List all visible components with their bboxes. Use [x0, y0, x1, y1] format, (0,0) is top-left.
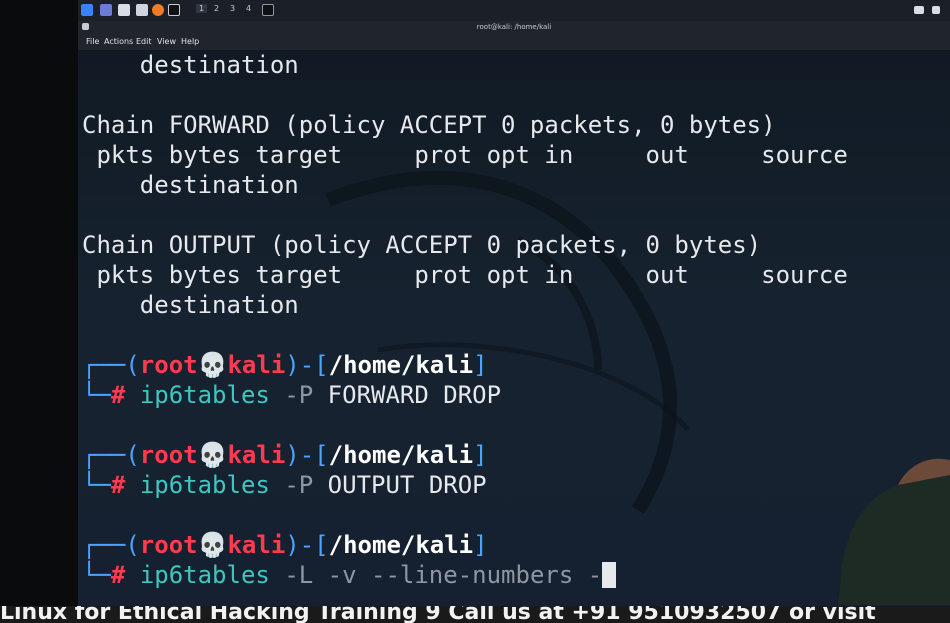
- files-icon[interactable]: [118, 4, 130, 16]
- menu-view[interactable]: View: [157, 37, 176, 46]
- output-line: Chain FORWARD (policy ACCEPT 0 packets, …: [82, 111, 776, 139]
- workspace-3[interactable]: 3: [230, 4, 235, 13]
- battery-icon: [914, 6, 924, 14]
- prompt-path: /home/kali: [328, 441, 474, 469]
- skull-icon: 💀: [197, 531, 228, 559]
- kali-menu-icon[interactable]: [81, 4, 93, 16]
- skull-icon: 💀: [197, 441, 228, 469]
- skull-icon: 💀: [197, 351, 228, 379]
- window-titlebar: root@kali: /home/kali: [78, 21, 950, 34]
- prompt-symbol: #: [110, 471, 126, 499]
- workspace-1[interactable]: 1: [196, 4, 208, 13]
- prompt-user: root: [139, 531, 198, 559]
- prompt-symbol: #: [110, 381, 126, 409]
- workspace-2[interactable]: 2: [214, 4, 219, 13]
- left-sidebar: [0, 0, 78, 623]
- desktop-icon[interactable]: [100, 4, 112, 16]
- window-title: root@kali: /home/kali: [476, 23, 552, 31]
- firefox-icon[interactable]: [152, 4, 164, 16]
- active-terminal-task-icon[interactable]: [262, 4, 274, 16]
- prompt-line: ┌──(root💀kali)-[/home/kali]: [82, 351, 488, 379]
- command-name: ip6tables: [139, 471, 270, 499]
- command-name: ip6tables: [139, 561, 270, 589]
- prompt-host: kali: [227, 351, 286, 379]
- menu-file[interactable]: File: [86, 37, 99, 46]
- prompt-line: ┌──(root💀kali)-[/home/kali]: [82, 531, 488, 559]
- output-line: Chain OUTPUT (policy ACCEPT 0 packets, 0…: [82, 231, 762, 259]
- banner-text: Linux for Ethical Hacking Training 9 Cal…: [0, 606, 876, 623]
- prompt-symbol: #: [110, 561, 126, 589]
- output-line: destination: [82, 51, 299, 79]
- text-cursor: [602, 562, 617, 588]
- prompt-path: /home/kali: [328, 351, 474, 379]
- command-option: -P: [284, 471, 314, 499]
- command-line: └─# ip6tables -P OUTPUT DROP: [82, 471, 487, 499]
- command-args: OUTPUT DROP: [327, 471, 487, 499]
- output-line: destination: [82, 291, 299, 319]
- command-option: -P: [284, 381, 314, 409]
- command-line-active[interactable]: └─# ip6tables -L -v --line-numbers -: [82, 560, 617, 590]
- output-line: pkts bytes target prot opt in out source: [82, 141, 848, 169]
- terminal-icon[interactable]: [168, 4, 180, 16]
- prompt-user: root: [139, 441, 198, 469]
- workspace-4[interactable]: 4: [246, 4, 251, 13]
- presenter-webcam-overlay: [838, 458, 950, 605]
- prompt-path: /home/kali: [328, 531, 474, 559]
- prompt-host: kali: [227, 441, 286, 469]
- prompt-host: kali: [227, 531, 286, 559]
- video-banner: Linux for Ethical Hacking Training 9 Cal…: [0, 606, 950, 623]
- menu-edit[interactable]: Edit: [136, 37, 152, 46]
- command-args: FORWARD DROP: [327, 381, 502, 409]
- command-name: ip6tables: [139, 381, 270, 409]
- output-line: pkts bytes target prot opt in out source: [82, 261, 848, 289]
- menu-help[interactable]: Help: [181, 37, 199, 46]
- menu-actions[interactable]: Actions: [104, 37, 133, 46]
- terminal-output[interactable]: destination Chain FORWARD (policy ACCEPT…: [78, 50, 950, 606]
- menu-bar: File Actions Edit View Help: [78, 34, 950, 50]
- editor-icon[interactable]: [136, 4, 148, 16]
- prompt-user: root: [139, 351, 198, 379]
- output-line: destination: [82, 171, 299, 199]
- prompt-line: ┌──(root💀kali)-[/home/kali]: [82, 441, 488, 469]
- command-option: -L -v --line-numbers -: [284, 561, 603, 589]
- volume-icon[interactable]: [932, 6, 940, 14]
- taskbar: 1 2 3 4: [78, 0, 950, 22]
- command-line: └─# ip6tables -P FORWARD DROP: [82, 381, 502, 409]
